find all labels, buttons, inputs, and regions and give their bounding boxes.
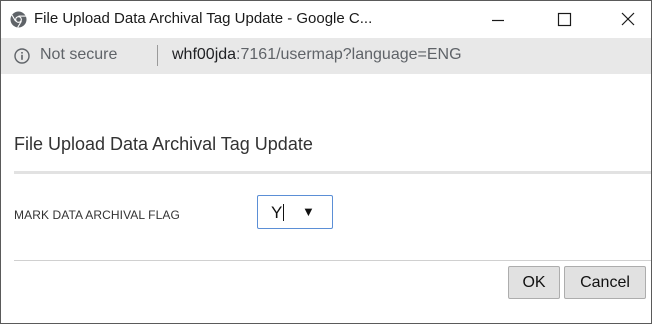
browser-popup-window: File Upload Data Archival Tag Update - G… xyxy=(0,0,652,324)
archival-flag-value: Y xyxy=(271,203,283,222)
footer-divider xyxy=(14,260,651,261)
text-caret xyxy=(283,204,284,221)
chrome-icon xyxy=(10,11,27,28)
address-bar[interactable]: Not secure whf00jda:7161/usermap?languag… xyxy=(1,38,651,74)
title-divider xyxy=(14,171,651,174)
minimize-icon xyxy=(492,19,504,22)
url-host: whf00jda xyxy=(172,46,237,63)
cancel-button[interactable]: Cancel xyxy=(564,266,646,299)
archival-flag-select[interactable]: Y ▼ xyxy=(257,195,333,229)
info-icon[interactable] xyxy=(14,48,30,64)
maximize-button[interactable] xyxy=(541,1,587,38)
url-text[interactable]: whf00jda:7161/usermap?language=ENG xyxy=(172,46,462,64)
url-path: :7161/usermap?language=ENG xyxy=(236,46,462,63)
archival-flag-label: MARK DATA ARCHIVAL FLAG xyxy=(14,208,180,222)
maximize-icon xyxy=(557,12,572,27)
page-title: File Upload Data Archival Tag Update xyxy=(14,134,313,154)
address-separator xyxy=(157,45,158,66)
close-icon xyxy=(621,12,635,26)
ok-button[interactable]: OK xyxy=(508,266,560,299)
close-button[interactable] xyxy=(605,1,651,38)
dropdown-arrow-icon[interactable]: ▼ xyxy=(302,204,315,219)
window-title: File Upload Data Archival Tag Update - G… xyxy=(34,10,373,27)
minimize-button[interactable] xyxy=(475,1,521,38)
title-bar[interactable]: File Upload Data Archival Tag Update - G… xyxy=(1,1,651,38)
not-secure-label[interactable]: Not secure xyxy=(40,46,117,64)
